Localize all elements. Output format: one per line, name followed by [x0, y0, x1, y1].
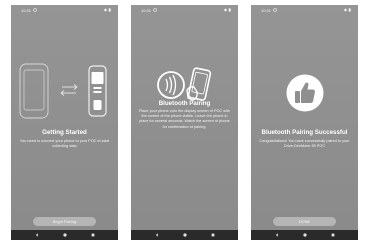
app-notification-icon — [33, 7, 37, 12]
navigation-bar — [131, 230, 238, 240]
home-icon[interactable] — [183, 233, 187, 237]
navigation-bar — [251, 230, 358, 240]
signal-battery-icon — [343, 7, 351, 12]
back-icon[interactable] — [35, 233, 39, 237]
status-bar: 10:31 — [11, 5, 118, 15]
status-time: 10:31 — [141, 8, 152, 13]
navigation-bar — [11, 230, 118, 240]
nfc-tap-phone-icon — [157, 67, 212, 101]
back-icon[interactable] — [155, 233, 159, 237]
status-time: 10:31 — [21, 8, 32, 13]
recent-apps-icon[interactable] — [331, 233, 335, 237]
recent-apps-icon[interactable] — [91, 233, 95, 237]
screen-description: Place your phone onto the display screen… — [139, 109, 230, 129]
signal-battery-icon — [103, 7, 111, 12]
recent-apps-icon[interactable] — [211, 233, 215, 237]
status-bar: 10:31 — [251, 5, 358, 15]
screen-title: Getting Started — [42, 129, 87, 136]
status-time: 10:31 — [261, 8, 272, 13]
thumbs-up-icon — [286, 74, 324, 112]
home-icon[interactable] — [63, 233, 67, 237]
status-bar: 10:31 — [131, 5, 238, 15]
screen-title: Bluetooth Pairing Successful — [261, 129, 348, 136]
screen-description: You need to connect your phone to your P… — [19, 139, 110, 149]
phone-screen-bluetooth-pairing: 10:31 Bluetooth Pairing Place your phone… — [131, 5, 238, 240]
signal-battery-icon — [223, 7, 231, 12]
app-notification-icon — [273, 7, 277, 12]
app-notification-icon — [153, 7, 157, 12]
phone-and-poc-icon — [19, 63, 107, 119]
home-icon[interactable] — [303, 233, 307, 237]
phone-screen-pairing-successful: 10:31 Bluetooth Pairing Successful Congr… — [251, 5, 358, 240]
screen-title: Bluetooth Pairing — [158, 100, 211, 107]
back-icon[interactable] — [275, 233, 279, 237]
done-button[interactable]: DONE — [273, 217, 336, 226]
screen-description: Congratulations! You have successfully p… — [259, 139, 350, 149]
phone-screen-getting-started: 10:31 Getting Started You need to connec… — [11, 5, 118, 240]
begin-pairing-button[interactable]: Begin Pairing — [33, 217, 96, 226]
